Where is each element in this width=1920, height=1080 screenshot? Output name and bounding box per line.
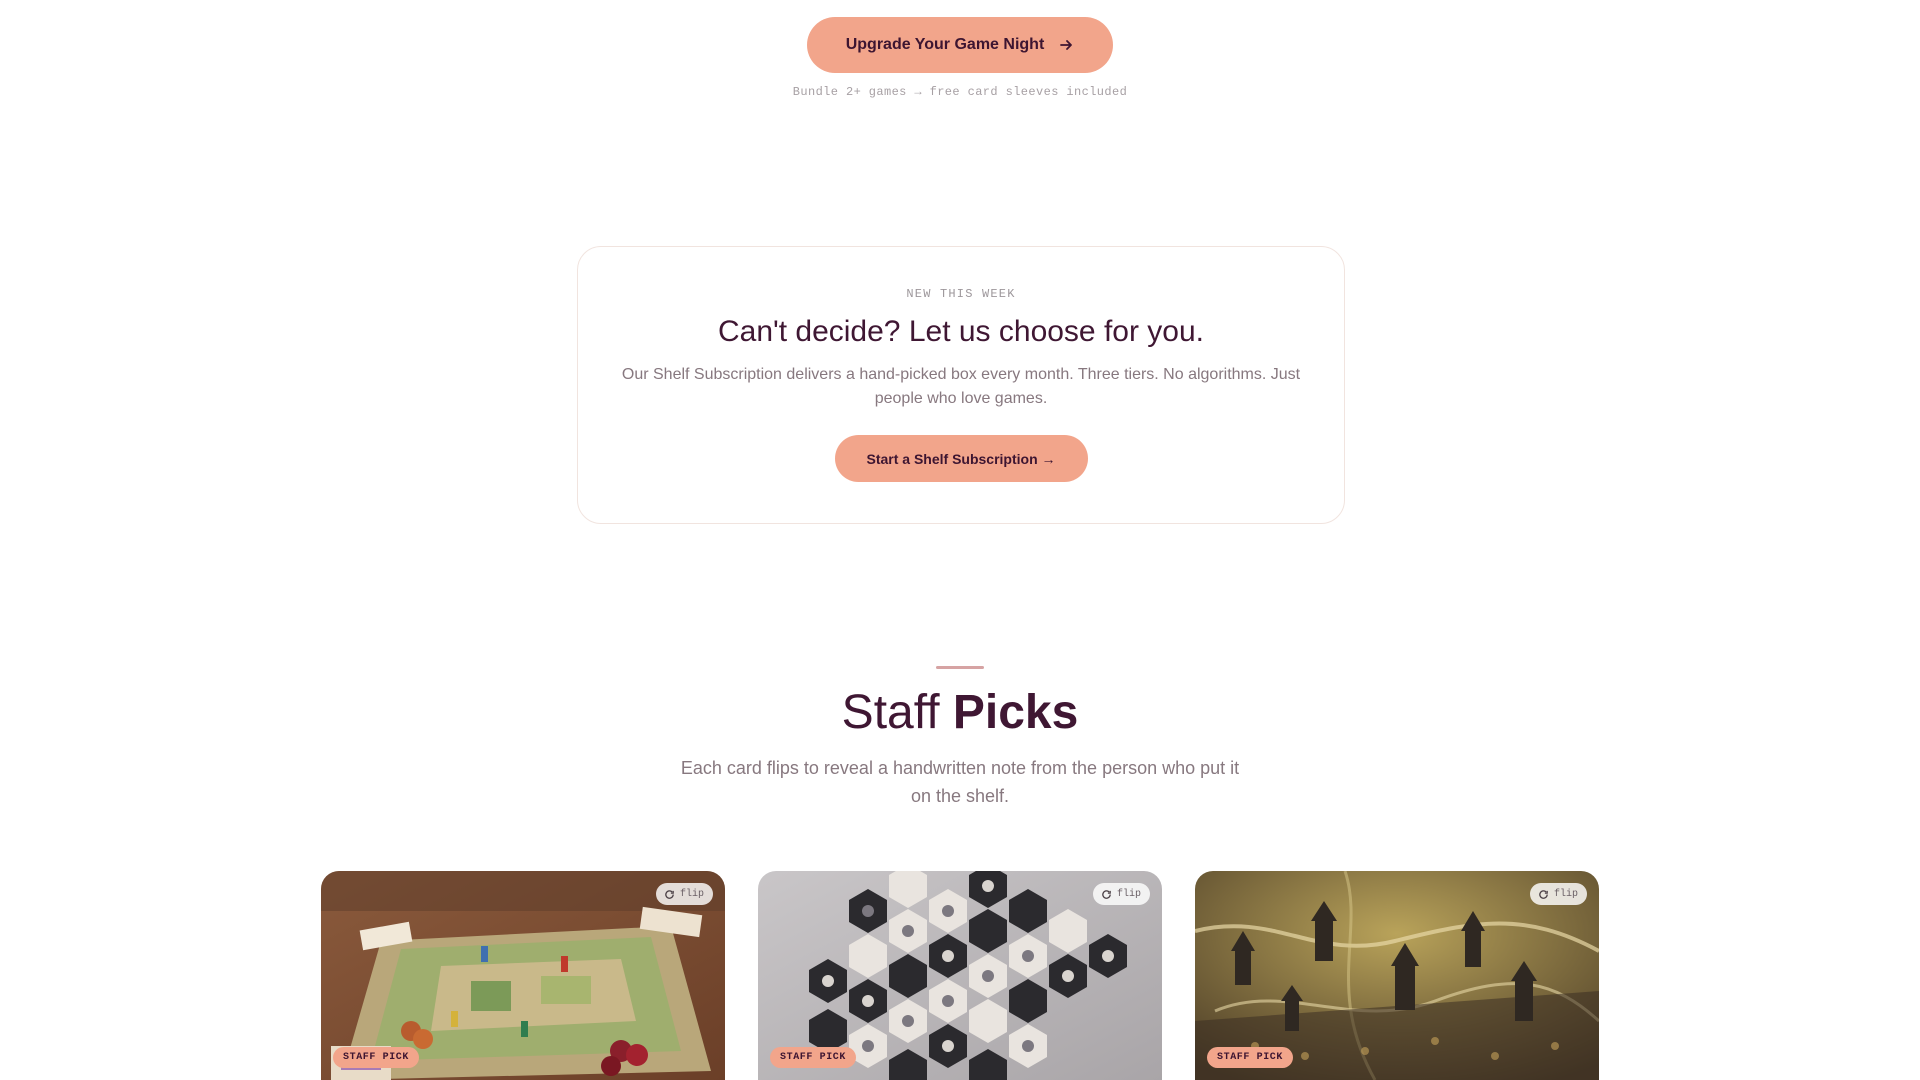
staff-picks-cards: flip STAFF PICK flip STAFF PICK flip STA…	[321, 871, 1599, 1080]
flip-label: flip	[1116, 888, 1141, 900]
upgrade-game-night-button[interactable]: Upgrade Your Game Night	[807, 17, 1113, 73]
start-subscription-button[interactable]: Start a Shelf Subscription →	[834, 435, 1088, 482]
staff-pick-badge: STAFF PICK	[333, 1047, 420, 1068]
staff-pick-card[interactable]: flip STAFF PICK	[1195, 871, 1599, 1080]
refresh-icon	[1102, 889, 1111, 899]
subscription-title: Can't decide? Let us choose for you.	[717, 315, 1205, 348]
hero-cta-section: Upgrade Your Game Night Bundle 2+ games …	[0, 17, 1920, 99]
bundle-note: Bundle 2+ games → free card sleeves incl…	[792, 85, 1128, 99]
flip-label: flip	[1553, 888, 1578, 900]
flip-toggle[interactable]: flip	[655, 883, 713, 905]
refresh-icon	[1539, 889, 1548, 899]
staff-pick-card[interactable]: flip STAFF PICK	[321, 871, 725, 1080]
flip-toggle[interactable]: flip	[1529, 883, 1587, 905]
refresh-icon	[665, 889, 674, 899]
staff-pick-badge: STAFF PICK	[770, 1047, 857, 1068]
section-divider	[936, 666, 984, 669]
upgrade-button-label: Upgrade Your Game Night	[845, 36, 1045, 53]
subscription-description: Our Shelf Subscription delivers a hand-p…	[621, 366, 1301, 407]
staff-picks-title-bold: Picks	[952, 686, 1079, 739]
staff-picks-title-light: Staff	[841, 686, 940, 739]
arrow-right-icon	[1060, 40, 1073, 50]
staff-pick-card[interactable]: flip STAFF PICK	[758, 871, 1162, 1080]
subscription-card: NEW THIS WEEK Can't decide? Let us choos…	[577, 246, 1345, 524]
staff-picks-header: Staff Picks Each card flips to reveal a …	[0, 666, 1920, 810]
staff-pick-badge: STAFF PICK	[1207, 1047, 1294, 1068]
staff-picks-title: Staff Picks	[0, 686, 1920, 740]
flip-label: flip	[679, 888, 704, 900]
flip-toggle[interactable]: flip	[1092, 883, 1150, 905]
staff-picks-description: Each card flips to reveal a handwritten …	[680, 757, 1240, 806]
subscription-eyebrow: NEW THIS WEEK	[906, 287, 1016, 301]
